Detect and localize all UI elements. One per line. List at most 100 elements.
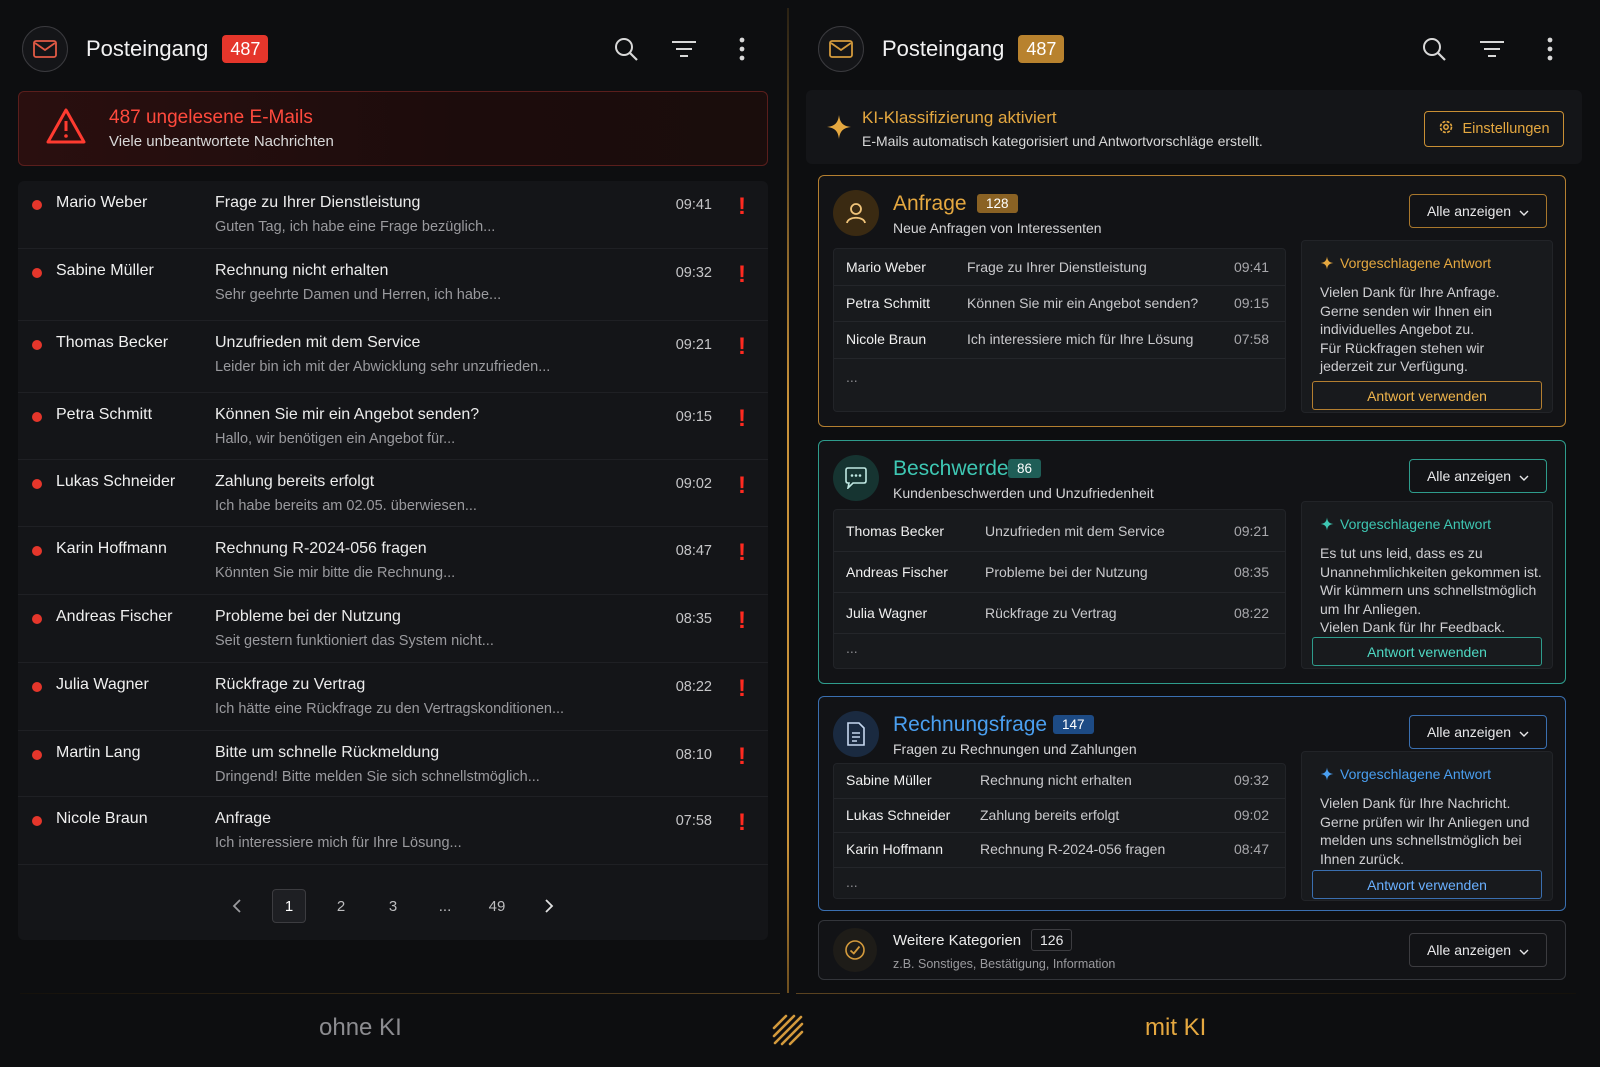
- mail-subject: Probleme bei der Nutzung: [215, 608, 401, 625]
- table-row[interactable]: Sabine Müller Rechnung nicht erhalten Sehr…: [18, 249, 768, 321]
- page-button-current[interactable]: 1: [272, 889, 306, 923]
- page-ellipsis: ...: [438, 897, 452, 915]
- unread-dot: [32, 546, 42, 556]
- mail-subject: Frage zu Ihrer Dienstleistung: [967, 259, 1147, 275]
- mail-subject: Rechnung R-2024-056 fragen: [980, 841, 1166, 857]
- show-all-button[interactable]: Alle anzeigen: [1409, 933, 1547, 967]
- list-item[interactable]: Karin Hoffmann Rechnung R-2024-056 fragen…: [834, 833, 1285, 868]
- category-further: Weitere Kategorien 126 z.B. Sonstiges, B…: [818, 920, 1566, 980]
- mail-time: 08:35: [675, 611, 712, 627]
- mail-sender: Petra Schmitt: [846, 295, 931, 311]
- mail-time: 09:32: [1233, 772, 1269, 788]
- unread-count-badge: 487: [1018, 35, 1065, 63]
- unread-dot: [32, 200, 42, 210]
- table-row[interactable]: Lukas Schneider Zahlung bereits erfolgt Ic…: [18, 460, 768, 527]
- category-mail-list: Sabine Müller Rechnung nicht erhalten 09:3…: [833, 763, 1286, 899]
- show-all-button[interactable]: Alle anzeigen: [1409, 194, 1547, 228]
- mail-time: 08:10: [675, 747, 712, 763]
- inbox-title: Posteingang: [882, 36, 1005, 61]
- suggested-reply: Vorgeschlagene Antwort Es tut uns leid, …: [1301, 501, 1553, 669]
- use-reply-button[interactable]: Antwort verwenden: [1312, 637, 1542, 666]
- page-button[interactable]: 2: [315, 889, 367, 923]
- use-reply-button[interactable]: Antwort verwenden: [1312, 870, 1542, 899]
- list-item[interactable]: Andreas Fischer Probleme bei der Nutzung 0…: [834, 552, 1285, 593]
- use-reply-button[interactable]: Antwort verwenden: [1312, 381, 1542, 410]
- chat-bubble-icon: [833, 455, 879, 501]
- list-item[interactable]: Mario Weber Frage zu Ihrer Dienstleistung…: [834, 249, 1285, 286]
- sparkle-icon: [1320, 255, 1340, 271]
- mail-time: 08:47: [1233, 841, 1269, 857]
- urgent-icon: !: [738, 607, 746, 634]
- mail-time: 07:58: [1233, 331, 1269, 347]
- table-row[interactable]: Mario Weber Frage zu Ihrer Dienstleistung…: [18, 181, 768, 249]
- more-options-icon[interactable]: [728, 35, 756, 63]
- list-item[interactable]: Lukas Schneider Zahlung bereits erfolgt 09…: [834, 799, 1285, 833]
- chevron-down-icon: [1519, 203, 1529, 219]
- mail-sender: Martin Lang: [56, 744, 141, 761]
- mail-time: 09:15: [1233, 295, 1269, 311]
- table-row[interactable]: Nicole Braun Anfrage Ich interessiere mich…: [18, 797, 768, 865]
- list-item[interactable]: Julia Wagner Rückfrage zu Vertrag 08:22: [834, 593, 1285, 634]
- category-count: 147: [1053, 715, 1094, 734]
- sparkle-icon: [1320, 516, 1340, 532]
- mail-subject: Können Sie mir ein Angebot senden?: [215, 406, 480, 423]
- page-button[interactable]: 3: [367, 889, 419, 923]
- mail-preview: Könnten Sie mir bitte die Rechnung...: [215, 565, 456, 581]
- search-icon[interactable]: [1420, 35, 1448, 63]
- mail-sender: Thomas Becker: [56, 334, 169, 351]
- unread-dot: [32, 268, 42, 278]
- settings-button[interactable]: Einstellungen: [1424, 111, 1564, 147]
- mail-subject: Ich interessiere mich für Ihre Lösung: [967, 331, 1194, 347]
- mail-sender: Karin Hoffmann: [846, 841, 944, 857]
- show-all-button[interactable]: Alle anzeigen: [1409, 459, 1547, 493]
- suggestion-title-text: Vorgeschlagene Antwort: [1340, 255, 1491, 271]
- mail-sender: Thomas Becker: [846, 523, 945, 539]
- table-row[interactable]: Julia Wagner Rückfrage zu Vertrag Ich hätt…: [18, 663, 768, 731]
- list-item[interactable]: Petra Schmitt Können Sie mir ein Angebot …: [834, 286, 1285, 322]
- mail-sender: Sabine Müller: [56, 262, 154, 279]
- check-circle-icon: [833, 928, 877, 972]
- sparkle-icon: [1320, 766, 1340, 782]
- suggestion-title-text: Vorgeschlagene Antwort: [1340, 516, 1491, 532]
- chevron-left-icon[interactable]: [211, 889, 263, 923]
- mail-time: 09:21: [675, 337, 712, 353]
- search-icon[interactable]: [612, 35, 640, 63]
- unread-dot: [32, 412, 42, 422]
- table-row[interactable]: Andreas Fischer Probleme bei der Nutzung S…: [18, 595, 768, 663]
- chevron-right-icon[interactable]: [523, 889, 575, 923]
- inbox-without-ai: Posteingang 487 487 ungelesene E-Mails V…: [0, 0, 786, 983]
- urgent-icon: !: [738, 193, 746, 220]
- category-title: Weitere Kategorien: [893, 932, 1022, 949]
- category-rechnungsfrage: Rechnungsfrage 147 Fragen zu Rechnungen …: [818, 696, 1566, 911]
- page-button[interactable]: 49: [471, 889, 523, 923]
- list-item[interactable]: Sabine Müller Rechnung nicht erhalten 09:3…: [834, 764, 1285, 799]
- mail-subject: Anfrage: [215, 810, 272, 827]
- mail-list: Mario Weber Frage zu Ihrer Dienstleistung…: [18, 181, 768, 940]
- table-row[interactable]: Petra Schmitt Können Sie mir ein Angebot …: [18, 393, 768, 460]
- table-row[interactable]: Martin Lang Bitte um schnelle Rückmeldung…: [18, 731, 768, 797]
- mail-sender: Andreas Fischer: [56, 608, 173, 625]
- list-item[interactable]: Thomas Becker Unzufrieden mit dem Service…: [834, 510, 1285, 552]
- mail-preview: Hallo, wir benötigen ein Angebot für...: [215, 431, 456, 447]
- list-item[interactable]: Nicole Braun Ich interessiere mich für Ih…: [834, 322, 1285, 359]
- table-row[interactable]: Thomas Becker Unzufrieden mit dem Service…: [18, 321, 768, 393]
- mail-preview: Guten Tag, ich habe eine Frage bezüglich…: [215, 219, 496, 235]
- show-all-label: Alle anzeigen: [1426, 724, 1512, 740]
- show-all-button[interactable]: Alle anzeigen: [1409, 715, 1547, 749]
- mail-sender: Nicole Braun: [56, 810, 148, 827]
- more-indicator: ...: [834, 634, 1285, 668]
- category-anfrage: Anfrage 128 Neue Anfragen von Interessen…: [818, 175, 1566, 427]
- brand-logo-icon: [770, 1012, 806, 1053]
- urgent-icon: !: [738, 539, 746, 566]
- filter-icon[interactable]: [670, 35, 698, 63]
- filter-icon[interactable]: [1478, 35, 1506, 63]
- more-options-icon[interactable]: [1536, 35, 1564, 63]
- unread-alert: 487 ungelesene E-Mails Viele unbeantwort…: [18, 91, 768, 166]
- category-mail-list: Thomas Becker Unzufrieden mit dem Service…: [833, 509, 1286, 669]
- ai-banner-subtitle: E-Mails automatisch kategorisiert und An…: [862, 133, 1263, 149]
- urgent-icon: !: [738, 675, 746, 702]
- table-row[interactable]: Karin Hoffmann Rechnung R-2024-056 fragen…: [18, 527, 768, 595]
- sparkle-icon: [826, 114, 852, 145]
- suggestion-title-text: Vorgeschlagene Antwort: [1340, 766, 1491, 782]
- mail-sender: Lukas Schneider: [846, 807, 951, 823]
